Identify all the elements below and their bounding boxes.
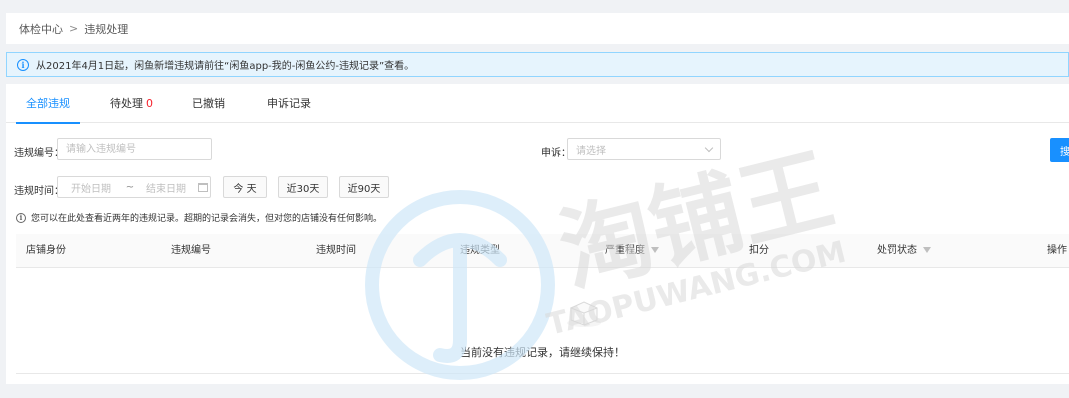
column-violation-time: 违规时间 — [316, 245, 356, 256]
info-icon: i — [17, 58, 29, 71]
tab-revoked[interactable]: 已撤销 — [192, 84, 225, 123]
column-penalty-status-label: 处罚状态 — [877, 245, 917, 256]
retention-hint-text: 您可以在此处查看近两年的违规记录。超期的记录会消失，但对您的店铺没有任何影响。 — [31, 214, 383, 224]
date-range-separator: ~ — [125, 181, 135, 193]
breadcrumb: 体检中心 > 违规处理 — [6, 13, 1069, 44]
notice-bar: i 从2021年4月1日起，闲鱼新增违规请前往“闲鱼app-我的-闲鱼公约-违规… — [6, 52, 1069, 77]
empty-box-icon — [567, 301, 601, 327]
column-penalty-status[interactable]: 处罚状态 — [877, 234, 931, 268]
column-store-identity: 店铺身份 — [26, 245, 66, 256]
violation-no-input[interactable] — [57, 138, 212, 160]
column-deduction: 扣分 — [749, 245, 769, 256]
tab-all-violations[interactable]: 全部违规 — [16, 84, 80, 124]
breadcrumb-current: 违规处理 — [84, 22, 129, 36]
breadcrumb-root-link[interactable]: 体检中心 — [19, 21, 63, 37]
column-actions: 操作 — [1047, 245, 1067, 256]
appeal-select-placeholder: 请选择 — [576, 145, 606, 157]
last-30-days-label: 近30天 — [286, 183, 320, 195]
today-button-label: 今 天 — [233, 183, 257, 195]
filter-icon[interactable] — [651, 247, 659, 253]
column-violation-type: 违规类型 — [460, 245, 500, 256]
end-date-input[interactable]: 结束日期 — [136, 180, 196, 195]
tab-label: 已撤销 — [192, 97, 225, 110]
page: 体检中心 > 违规处理 i 从2021年4月1日起，闲鱼新增违规请前往“闲鱼ap… — [0, 0, 1069, 398]
last-30-days-button[interactable]: 近30天 — [278, 176, 328, 198]
today-button[interactable]: 今 天 — [223, 176, 267, 198]
empty-state-text: 当前没有违规记录，请继续保持！ — [460, 346, 625, 359]
chevron-down-icon — [704, 143, 714, 152]
pending-count-badge: 0 — [146, 97, 153, 110]
date-range-picker[interactable]: 开始日期 ~ 结束日期 — [57, 176, 211, 198]
search-button-label: 搜索 — [1060, 146, 1069, 158]
table-header: 店铺身份 违规编号 违规时间 违规类型 严重程度 扣分 处罚状态 操作 — [16, 234, 1069, 268]
start-date-input[interactable]: 开始日期 — [58, 180, 124, 195]
last-90-days-button[interactable]: 近90天 — [339, 176, 389, 198]
search-button[interactable]: 搜索 — [1050, 138, 1069, 162]
notice-text: 从2021年4月1日起，闲鱼新增违规请前往“闲鱼app-我的-闲鱼公约-违规记录… — [36, 61, 415, 72]
column-severity-label: 严重程度 — [605, 245, 645, 256]
last-90-days-label: 近90天 — [347, 183, 381, 195]
retention-hint: i 您可以在此处查看近两年的违规记录。超期的记录会消失，但对您的店铺没有任何影响… — [16, 211, 382, 224]
tab-pending[interactable]: 待处理 0 — [110, 84, 153, 123]
tab-label: 待处理 — [110, 97, 143, 110]
filter-icon[interactable] — [923, 247, 931, 253]
info-icon: i — [16, 212, 26, 223]
column-violation-no: 违规编号 — [171, 245, 211, 256]
breadcrumb-separator: > — [69, 22, 79, 35]
appeal-select[interactable]: 请选择 — [567, 138, 721, 160]
main-panel: 全部违规 待处理0 已撤销 申诉记录 违规编号： 申诉： 请选择 搜索 违规时间… — [6, 84, 1069, 384]
tab-bar: 全部违规 待处理 0 已撤销 申诉记录 — [6, 84, 1069, 124]
empty-state: 当前没有违规记录，请继续保持！ — [16, 268, 1069, 374]
tab-label: 申诉记录 — [267, 97, 311, 110]
column-severity[interactable]: 严重程度 — [605, 234, 659, 268]
calendar-icon — [198, 182, 208, 192]
tab-appeal-records[interactable]: 申诉记录 — [267, 84, 311, 123]
tab-label: 全部违规 — [26, 97, 70, 110]
